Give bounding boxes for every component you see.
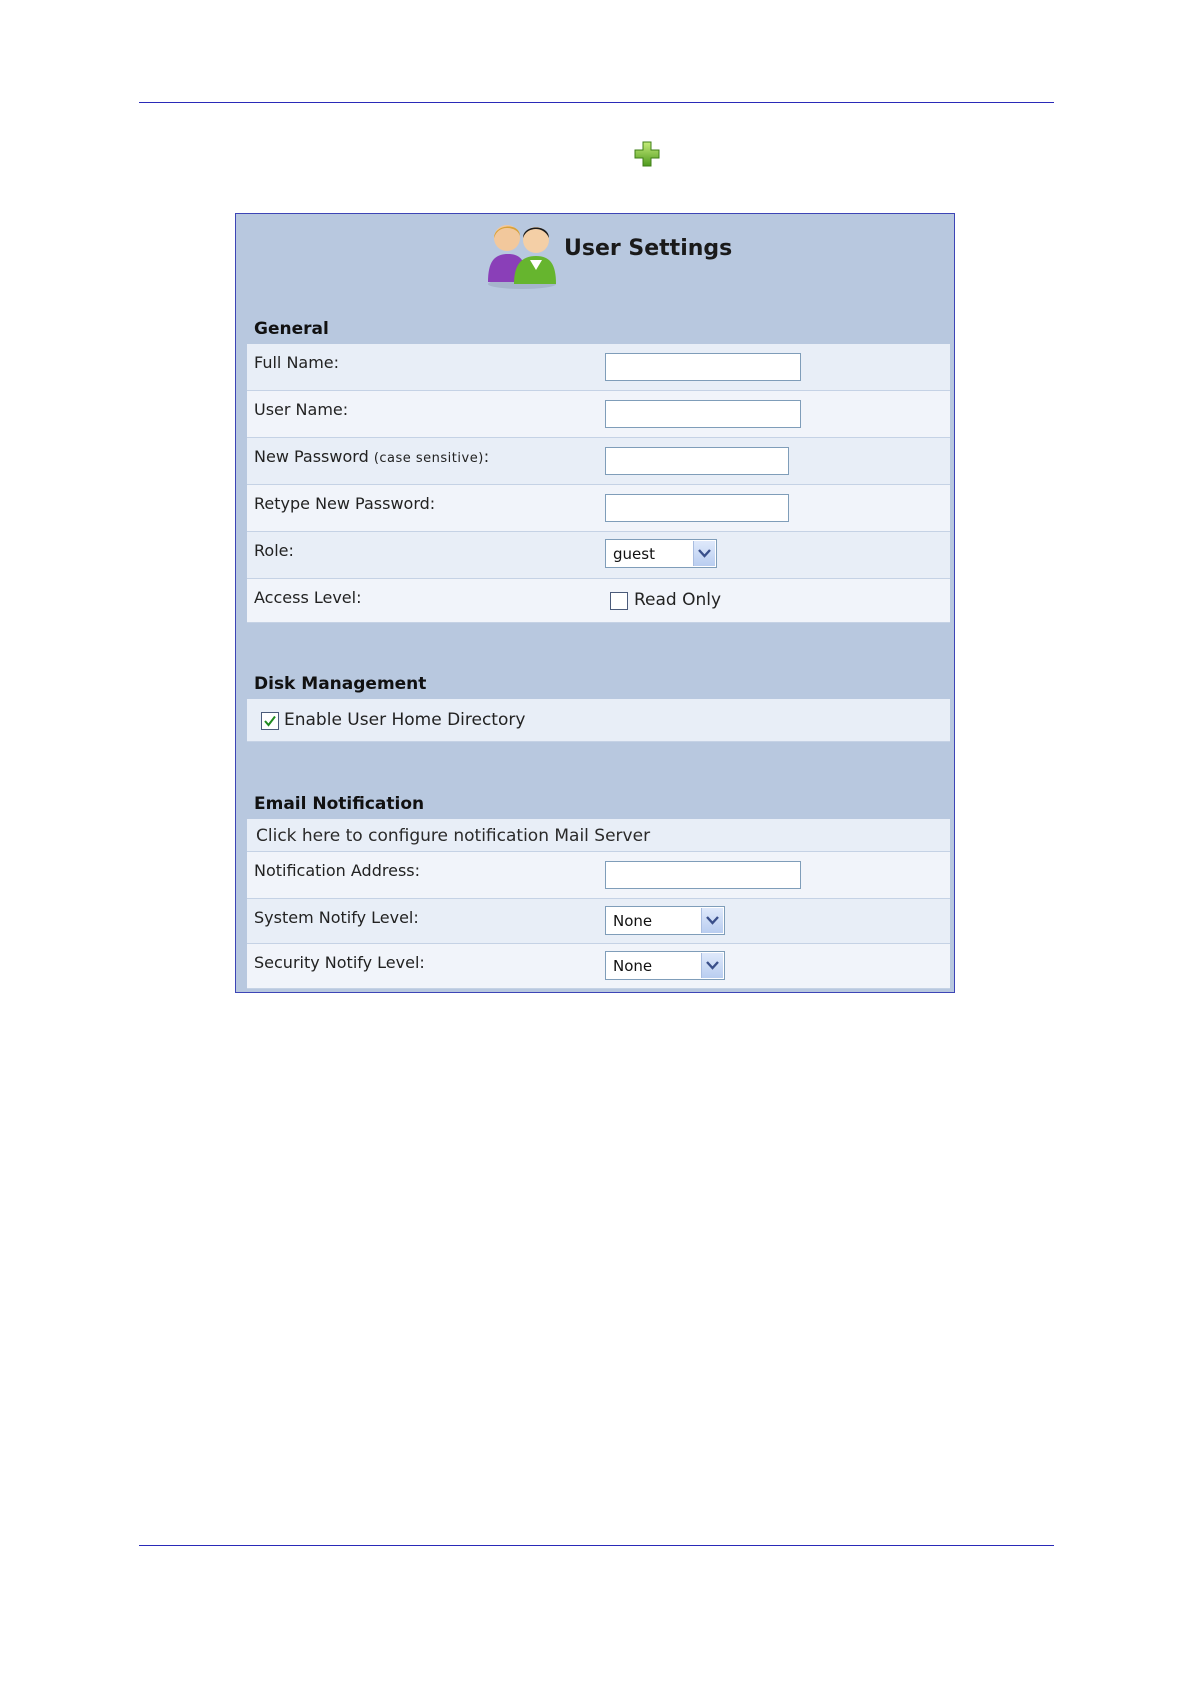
new-password-label-text: New Password xyxy=(254,447,369,466)
role-row: Role: guest xyxy=(247,532,950,579)
enable-home-dir-label: Enable User Home Directory xyxy=(284,710,526,730)
retype-password-label: Retype New Password: xyxy=(254,494,436,513)
notification-address-row: Notification Address: xyxy=(247,852,950,899)
bottom-divider xyxy=(139,1545,1054,1546)
full-name-label: Full Name: xyxy=(254,353,340,372)
chevron-down-icon[interactable] xyxy=(701,908,723,933)
user-settings-panel: User Settings General Full Name: User Na… xyxy=(235,213,955,993)
role-select[interactable]: guest xyxy=(605,539,717,568)
panel-header: User Settings xyxy=(236,214,954,294)
chevron-down-icon[interactable] xyxy=(701,953,723,978)
system-notify-selected-value: None xyxy=(613,912,653,930)
top-divider xyxy=(139,102,1054,103)
configure-mail-server-row: Click here to configure notification Mai… xyxy=(247,819,950,852)
system-notify-select[interactable]: None xyxy=(605,906,725,935)
add-plus-icon xyxy=(633,140,661,168)
full-name-input[interactable] xyxy=(605,353,801,381)
system-notify-row: System Notify Level: None xyxy=(247,899,950,944)
new-password-input[interactable] xyxy=(605,447,789,475)
role-label: Role: xyxy=(254,541,294,560)
security-notify-row: Security Notify Level: None xyxy=(247,944,950,989)
case-sensitive-hint: (case sensitive) xyxy=(373,451,484,466)
full-name-row: Full Name: xyxy=(247,344,950,391)
page-title: User Settings xyxy=(564,236,733,261)
checkmark-icon xyxy=(264,715,276,727)
retype-password-row: Retype New Password: xyxy=(247,485,950,532)
chevron-down-icon[interactable] xyxy=(693,541,715,566)
retype-password-input[interactable] xyxy=(605,494,789,522)
general-group: Full Name: User Name: New Password (case… xyxy=(247,344,950,623)
notification-address-input[interactable] xyxy=(605,861,801,889)
system-notify-label: System Notify Level: xyxy=(254,908,419,927)
user-name-row: User Name: xyxy=(247,391,950,438)
role-selected-value: guest xyxy=(613,545,655,563)
read-only-checkbox[interactable] xyxy=(610,592,628,610)
access-level-label: Access Level: xyxy=(254,588,362,607)
user-name-label: User Name: xyxy=(254,400,349,419)
user-name-input[interactable] xyxy=(605,400,801,428)
security-notify-selected-value: None xyxy=(613,957,653,975)
section-title-general: General xyxy=(254,319,329,339)
users-icon xyxy=(484,216,562,290)
section-title-disk-management: Disk Management xyxy=(254,674,427,694)
security-notify-label: Security Notify Level: xyxy=(254,953,425,972)
disk-management-group: Enable User Home Directory xyxy=(247,699,950,742)
access-level-row: Access Level: Read Only xyxy=(247,579,950,623)
email-notification-group: Click here to configure notification Mai… xyxy=(247,819,950,989)
notification-address-label: Notification Address: xyxy=(254,861,420,880)
new-password-label-suffix: : xyxy=(483,447,490,466)
read-only-label: Read Only xyxy=(634,590,722,610)
configure-mail-server-link[interactable]: Click here to configure notification Mai… xyxy=(256,826,650,846)
section-title-email-notification: Email Notification xyxy=(254,794,425,814)
enable-home-dir-checkbox[interactable] xyxy=(261,712,279,730)
new-password-label: New Password (case sensitive): xyxy=(254,447,489,466)
enable-home-dir-row: Enable User Home Directory xyxy=(247,699,950,742)
new-password-row: New Password (case sensitive): xyxy=(247,438,950,485)
security-notify-select[interactable]: None xyxy=(605,951,725,980)
